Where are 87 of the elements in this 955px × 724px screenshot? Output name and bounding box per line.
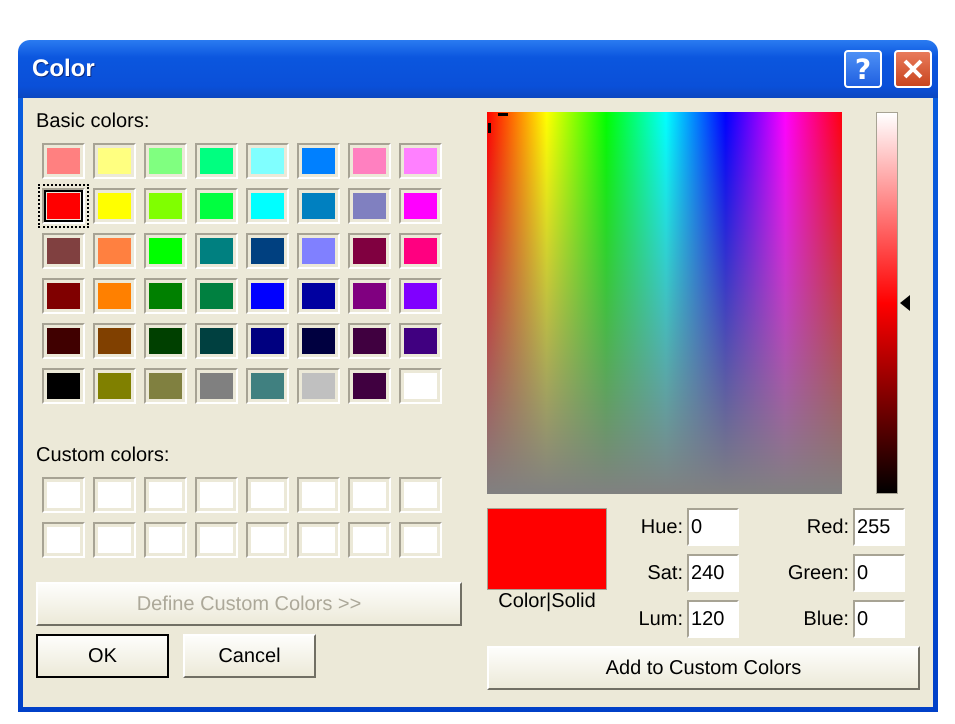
custom-color-swatch[interactable] <box>195 522 238 558</box>
color-swatch[interactable] <box>246 368 289 404</box>
color-swatch[interactable] <box>144 323 187 359</box>
color-swatch[interactable] <box>297 278 340 314</box>
color-swatch[interactable] <box>195 233 238 269</box>
help-button[interactable]: ? <box>844 50 882 88</box>
field-label: Sat: <box>646 562 683 584</box>
color-swatch[interactable] <box>297 188 340 224</box>
color-swatch[interactable] <box>42 323 85 359</box>
color-swatch[interactable] <box>399 143 442 179</box>
color-swatch[interactable] <box>42 233 85 269</box>
basic-colors-label: Basic colors: <box>36 110 150 133</box>
cancel-button[interactable]: Cancel <box>183 634 316 678</box>
color-swatch[interactable] <box>93 323 136 359</box>
color-swatch[interactable] <box>93 278 136 314</box>
color-swatch[interactable] <box>144 188 187 224</box>
color-swatch[interactable] <box>195 278 238 314</box>
color-swatch[interactable] <box>246 323 289 359</box>
color-swatch[interactable] <box>93 368 136 404</box>
color-swatch[interactable] <box>348 188 391 224</box>
color-swatch[interactable] <box>297 233 340 269</box>
color-swatch[interactable] <box>297 323 340 359</box>
window-title: Color <box>31 55 96 83</box>
color-swatch[interactable] <box>42 143 85 179</box>
field-label: Green: <box>786 562 849 584</box>
color-swatch[interactable] <box>195 323 238 359</box>
color-swatch[interactable] <box>93 188 136 224</box>
slider-arrow-icon[interactable] <box>900 295 910 311</box>
preview-label: Color|Solid <box>497 590 597 613</box>
color-swatch[interactable] <box>399 278 442 314</box>
custom-color-swatch[interactable] <box>144 522 187 558</box>
color-swatch[interactable] <box>93 143 136 179</box>
custom-color-swatch[interactable] <box>246 477 289 513</box>
value-field[interactable]: 0 <box>687 508 739 546</box>
close-button[interactable] <box>894 50 932 88</box>
color-swatch[interactable] <box>195 368 238 404</box>
field-label: Blue: <box>802 608 849 630</box>
field-label: Hue: <box>640 516 683 538</box>
color-swatch[interactable] <box>144 368 187 404</box>
close-icon <box>902 58 924 80</box>
color-swatch[interactable] <box>195 188 238 224</box>
color-swatch[interactable] <box>348 368 391 404</box>
custom-color-swatch[interactable] <box>246 522 289 558</box>
value-field[interactable]: 0 <box>853 600 905 638</box>
color-swatch[interactable] <box>246 143 289 179</box>
color-swatch[interactable] <box>348 323 391 359</box>
custom-color-swatch[interactable] <box>399 477 442 513</box>
color-swatch[interactable] <box>297 143 340 179</box>
color-swatch[interactable] <box>399 368 442 404</box>
value-field[interactable]: 0 <box>853 554 905 592</box>
color-swatch[interactable] <box>93 233 136 269</box>
color-swatch[interactable] <box>348 233 391 269</box>
field-label: Lum: <box>638 608 683 630</box>
custom-color-swatch[interactable] <box>93 522 136 558</box>
color-swatch[interactable] <box>246 278 289 314</box>
field-label: Red: <box>806 516 849 538</box>
color-swatch[interactable] <box>246 188 289 224</box>
custom-color-swatch[interactable] <box>348 522 391 558</box>
color-swatch[interactable] <box>144 233 187 269</box>
value-field[interactable]: 240 <box>687 554 739 592</box>
color-swatch[interactable] <box>297 368 340 404</box>
custom-color-swatch[interactable] <box>144 477 187 513</box>
value-field[interactable]: 255 <box>853 508 905 546</box>
color-swatch[interactable] <box>195 143 238 179</box>
custom-colors-label: Custom colors: <box>36 444 170 467</box>
custom-color-swatch[interactable] <box>297 477 340 513</box>
custom-color-swatch[interactable] <box>399 522 442 558</box>
custom-color-swatch[interactable] <box>297 522 340 558</box>
color-swatch[interactable] <box>399 233 442 269</box>
custom-color-swatch[interactable] <box>42 477 85 513</box>
color-swatch[interactable] <box>144 278 187 314</box>
color-swatch[interactable] <box>144 143 187 179</box>
color-swatch[interactable] <box>246 233 289 269</box>
custom-color-swatch[interactable] <box>195 477 238 513</box>
ok-button[interactable]: OK <box>36 634 169 678</box>
color-swatch[interactable] <box>42 368 85 404</box>
color-swatch[interactable] <box>399 188 442 224</box>
color-spectrum[interactable] <box>487 112 842 494</box>
custom-color-swatch[interactable] <box>42 522 85 558</box>
color-swatch[interactable] <box>42 278 85 314</box>
value-field[interactable]: 120 <box>687 600 739 638</box>
add-to-custom-colors-button[interactable]: Add to Custom Colors <box>487 646 920 690</box>
color-swatch[interactable] <box>348 143 391 179</box>
custom-color-swatch[interactable] <box>93 477 136 513</box>
color-swatch[interactable] <box>348 278 391 314</box>
custom-color-swatch[interactable] <box>348 477 391 513</box>
color-swatch[interactable] <box>399 323 442 359</box>
